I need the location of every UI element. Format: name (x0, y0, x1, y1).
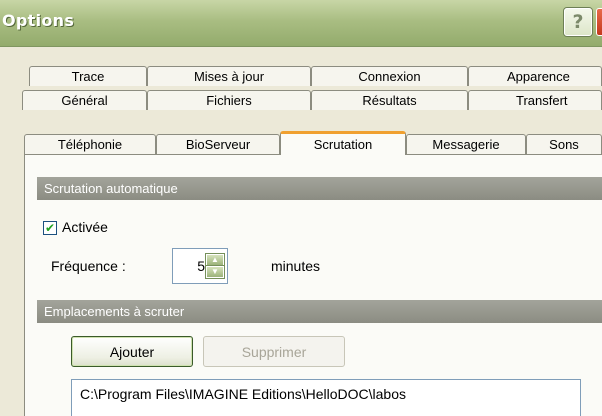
stepper-buttons: ▲ ▼ (206, 254, 224, 278)
tab-scrutation[interactable]: Scrutation (280, 131, 406, 155)
frequency-stepper[interactable]: 5 ▲ ▼ (172, 248, 228, 284)
add-button[interactable]: Ajouter (71, 336, 193, 367)
help-button[interactable]: ? (564, 8, 592, 36)
tab-trace[interactable]: Trace (29, 66, 147, 86)
window-title: Options (2, 11, 75, 30)
enabled-label[interactable]: Activée (62, 219, 108, 235)
close-button[interactable] (596, 8, 602, 36)
tab-telephonie[interactable]: Téléphonie (24, 134, 156, 154)
tab-sons[interactable]: Sons (526, 134, 602, 154)
title-bar: Options ? (0, 0, 602, 47)
tab-fichiers[interactable]: Fichiers (147, 90, 311, 110)
frequency-label: Fréquence : (51, 258, 126, 274)
tab-bioserveur[interactable]: BioServeur (156, 134, 280, 154)
list-item[interactable]: C:\Program Files\IMAGINE Editions\HelloD… (80, 386, 406, 402)
tab-messagerie[interactable]: Messagerie (406, 134, 526, 154)
checkmark-icon: ✔ (44, 221, 56, 235)
tab-connexion[interactable]: Connexion (311, 66, 468, 86)
tab-mises-a-jour[interactable]: Mises à jour (147, 66, 311, 86)
arrow-down-icon[interactable]: ▼ (206, 266, 224, 278)
locations-list[interactable]: C:\Program Files\IMAGINE Editions\HelloD… (71, 379, 581, 416)
arrow-up-icon[interactable]: ▲ (206, 254, 224, 266)
tab-apparence[interactable]: Apparence (468, 66, 602, 86)
section-header-auto-scan: Scrutation automatique (37, 177, 602, 200)
tab-resultats[interactable]: Résultats (311, 90, 468, 110)
section-header-locations: Emplacements à scruter (37, 300, 602, 323)
enabled-checkbox[interactable]: ✔ (43, 221, 57, 235)
help-icon: ? (572, 10, 584, 33)
frequency-value[interactable]: 5 (197, 258, 205, 274)
tab-general[interactable]: Général (22, 90, 147, 110)
remove-button[interactable]: Supprimer (203, 336, 345, 367)
frequency-unit: minutes (271, 258, 321, 274)
tab-transfert[interactable]: Transfert (468, 90, 602, 110)
